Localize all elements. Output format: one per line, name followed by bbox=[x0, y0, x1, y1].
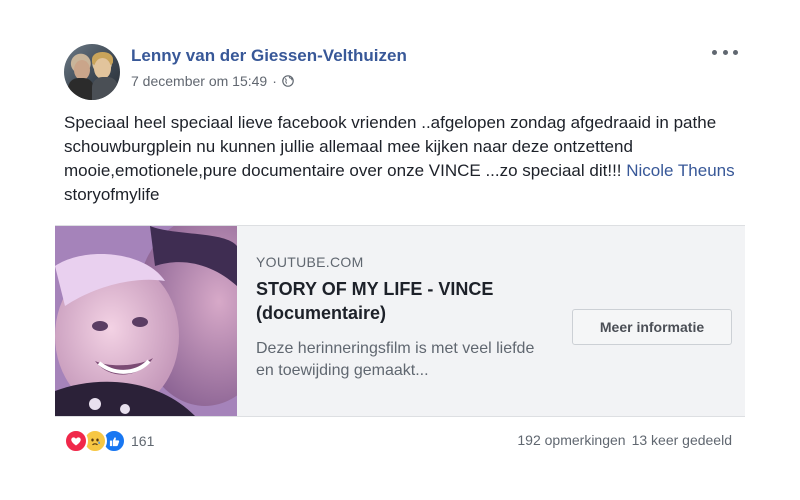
globe-icon[interactable] bbox=[282, 75, 294, 87]
thumbnail-photo bbox=[55, 226, 237, 416]
avatar-figure bbox=[94, 58, 111, 79]
post-text: Speciaal heel speciaal lieve facebook vr… bbox=[64, 111, 744, 207]
author-name[interactable]: Lenny van der Giessen-Velthuizen bbox=[131, 46, 407, 66]
link-description: Deze herinneringsfilm is met veel liefde… bbox=[256, 340, 535, 379]
avatar-figure bbox=[68, 78, 94, 100]
menu-dot bbox=[722, 49, 728, 55]
more-options-icon[interactable] bbox=[712, 42, 738, 62]
post-text-content: Speciaal heel speciaal lieve facebook vr… bbox=[64, 113, 717, 180]
link-title[interactable]: STORY OF MY LIFE - VINCE (documentaire) bbox=[256, 277, 556, 325]
link-preview-card[interactable]: YOUTUBE.COM STORY OF MY LIFE - VINCE (do… bbox=[55, 225, 745, 417]
comments-count[interactable]: 192 opmerkingen bbox=[517, 432, 625, 448]
avatar-figure bbox=[92, 77, 118, 100]
mention-link[interactable]: Nicole Theuns bbox=[626, 161, 734, 180]
engagement-counts: 192 opmerkingen 13 keer gedeeld bbox=[517, 432, 732, 448]
facebook-post: Lenny van der Giessen-Velthuizen 7 decem… bbox=[0, 0, 800, 500]
post-meta: 7 december om 15:49 · bbox=[131, 73, 294, 89]
author-avatar[interactable] bbox=[64, 44, 120, 100]
menu-dot bbox=[712, 49, 717, 55]
love-reaction-icon bbox=[64, 429, 88, 453]
shares-count[interactable]: 13 keer gedeeld bbox=[632, 432, 732, 448]
reactions-summary[interactable]: 161 bbox=[64, 429, 155, 453]
post-text-hashtag: storyofmylife bbox=[64, 185, 160, 204]
link-domain: YOUTUBE.COM bbox=[256, 254, 364, 270]
menu-dot bbox=[733, 49, 738, 55]
post-timestamp[interactable]: 7 december om 15:49 bbox=[131, 73, 267, 89]
avatar-figure bbox=[74, 60, 90, 80]
reaction-count: 161 bbox=[131, 433, 155, 449]
link-thumbnail[interactable] bbox=[55, 226, 237, 416]
meta-separator: · bbox=[272, 73, 277, 89]
more-info-button[interactable]: Meer informatie bbox=[572, 309, 732, 345]
